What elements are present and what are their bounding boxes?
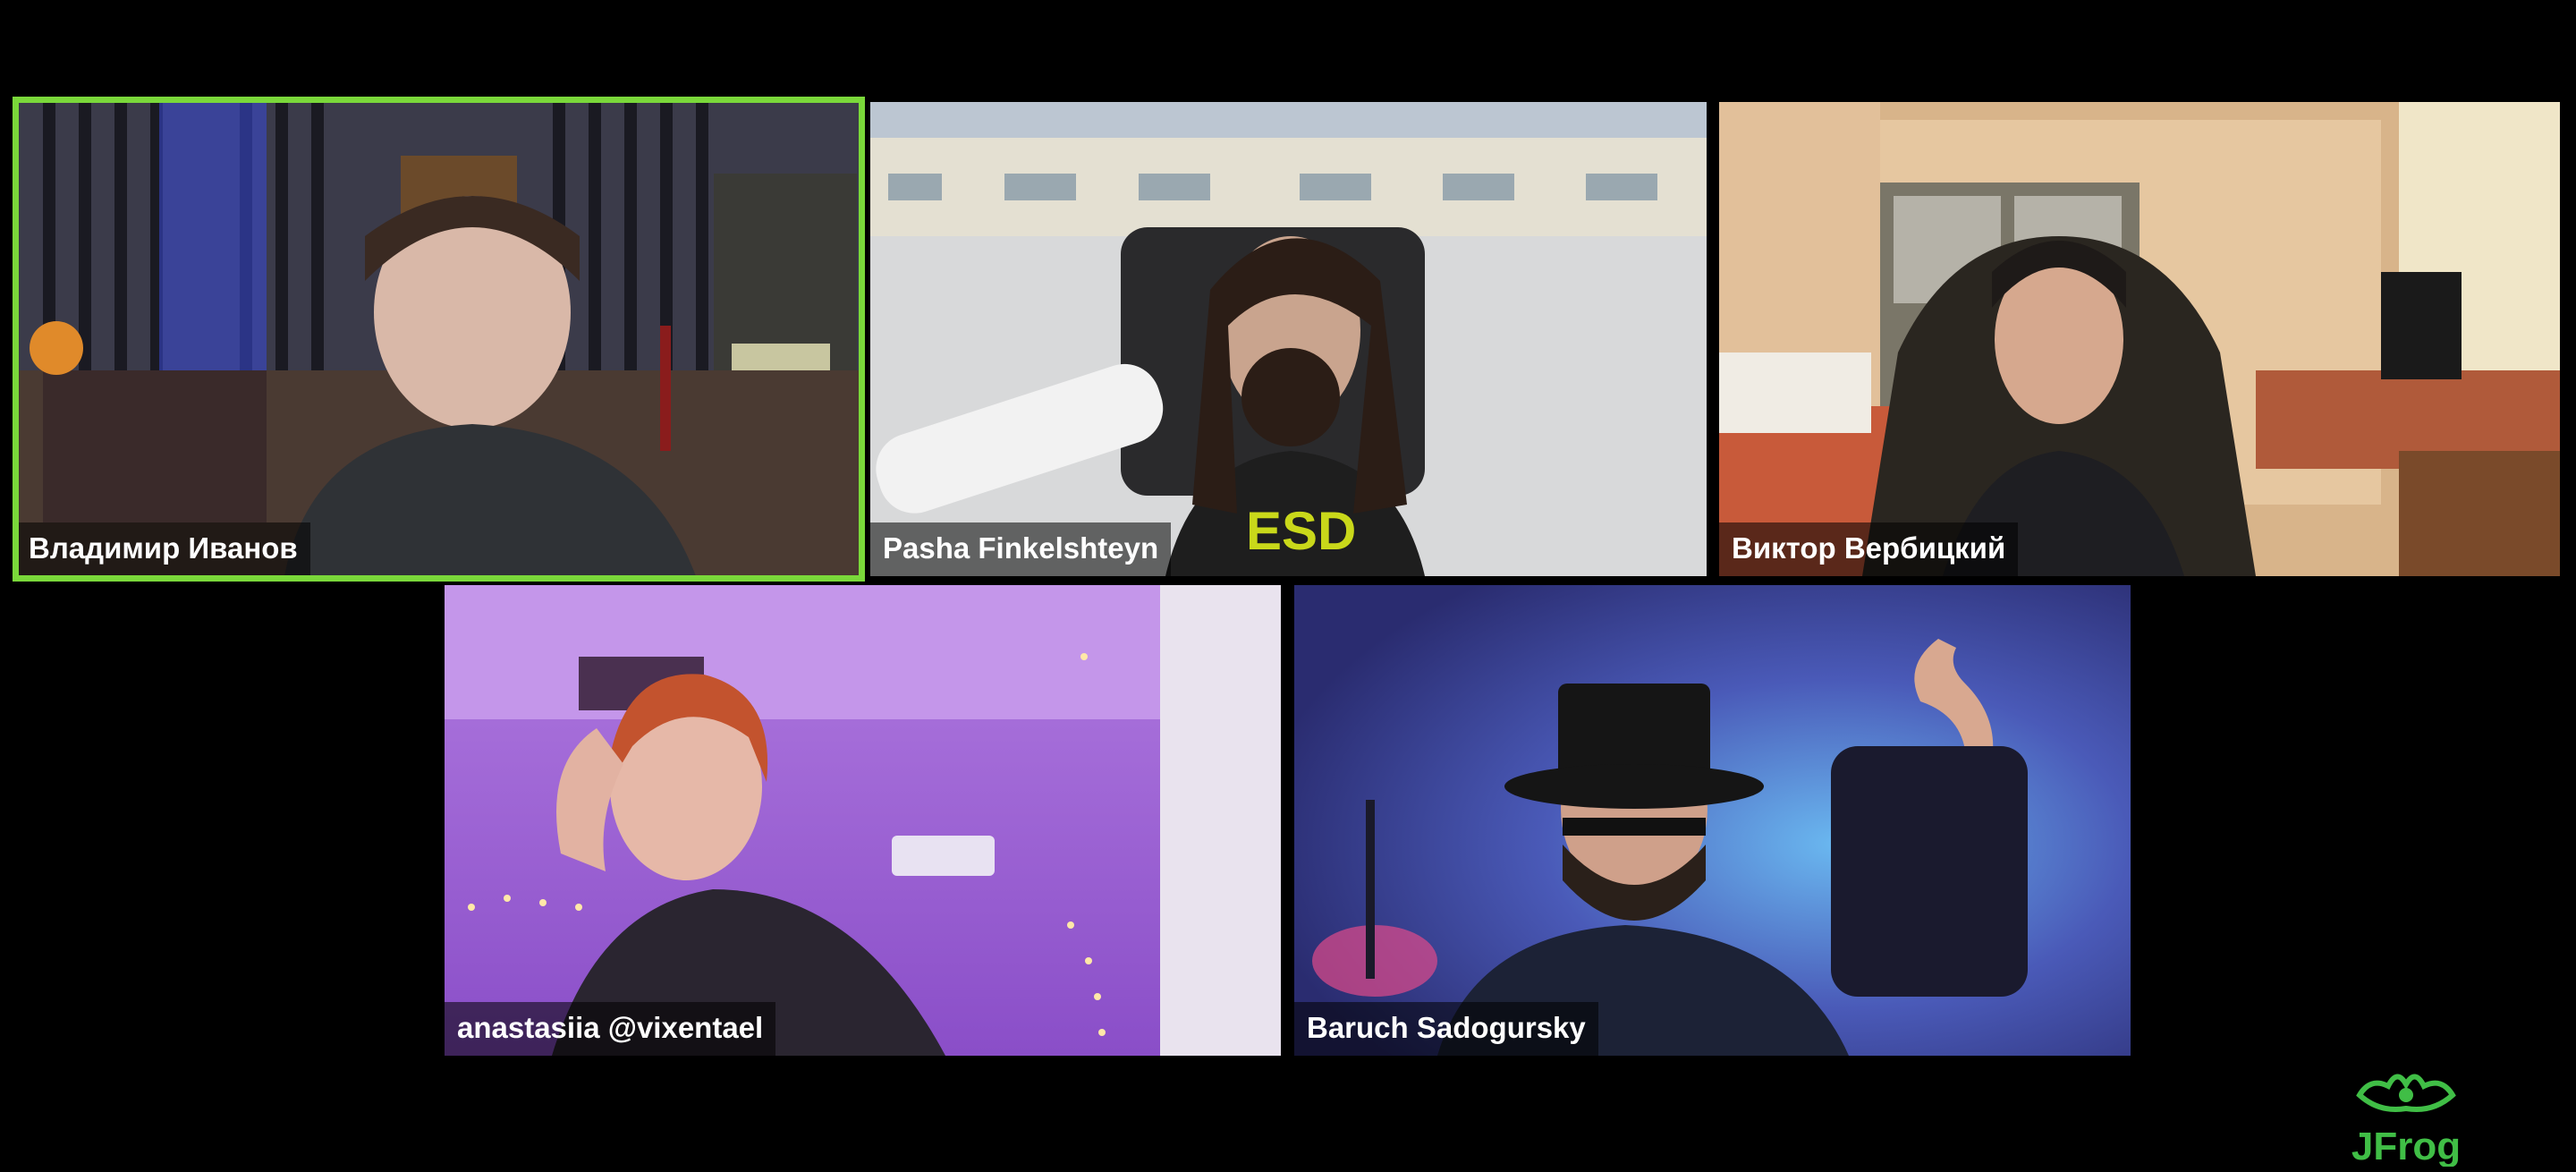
participant-name-pasha: Pasha Finkelshteyn [870,522,1172,576]
video-feed-vladimir [16,102,861,576]
video-feed-baruch [1294,585,2131,1056]
svg-text:ESD: ESD [1246,501,1356,561]
participant-name-anastasiia: anastasiia @vixentael [445,1002,776,1056]
jfrog-logo-text: JFrog [2351,1125,2461,1167]
video-tile-anastasiia[interactable]: anastasiia @vixentael [445,585,1281,1056]
video-tile-vladimir[interactable]: Владимир Иванов [16,102,861,576]
video-feed-pasha: ESD [870,102,1707,576]
jfrog-logo-icon: JFrog [2351,1074,2461,1167]
participant-name-vladimir: Владимир Иванов [16,522,310,576]
video-tile-pasha[interactable]: ESD Pasha Finkelshteyn [870,102,1707,576]
participant-name-viktor: Виктор Вербицкий [1719,522,2019,576]
video-feed-anastasiia [445,585,1281,1056]
video-tile-viktor[interactable]: Виктор Вербицкий [1719,102,2560,576]
participant-name-baruch: Baruch Sadogursky [1294,1002,1598,1056]
video-tile-baruch[interactable]: Baruch Sadogursky [1294,585,2131,1056]
video-feed-viktor [1719,102,2560,576]
